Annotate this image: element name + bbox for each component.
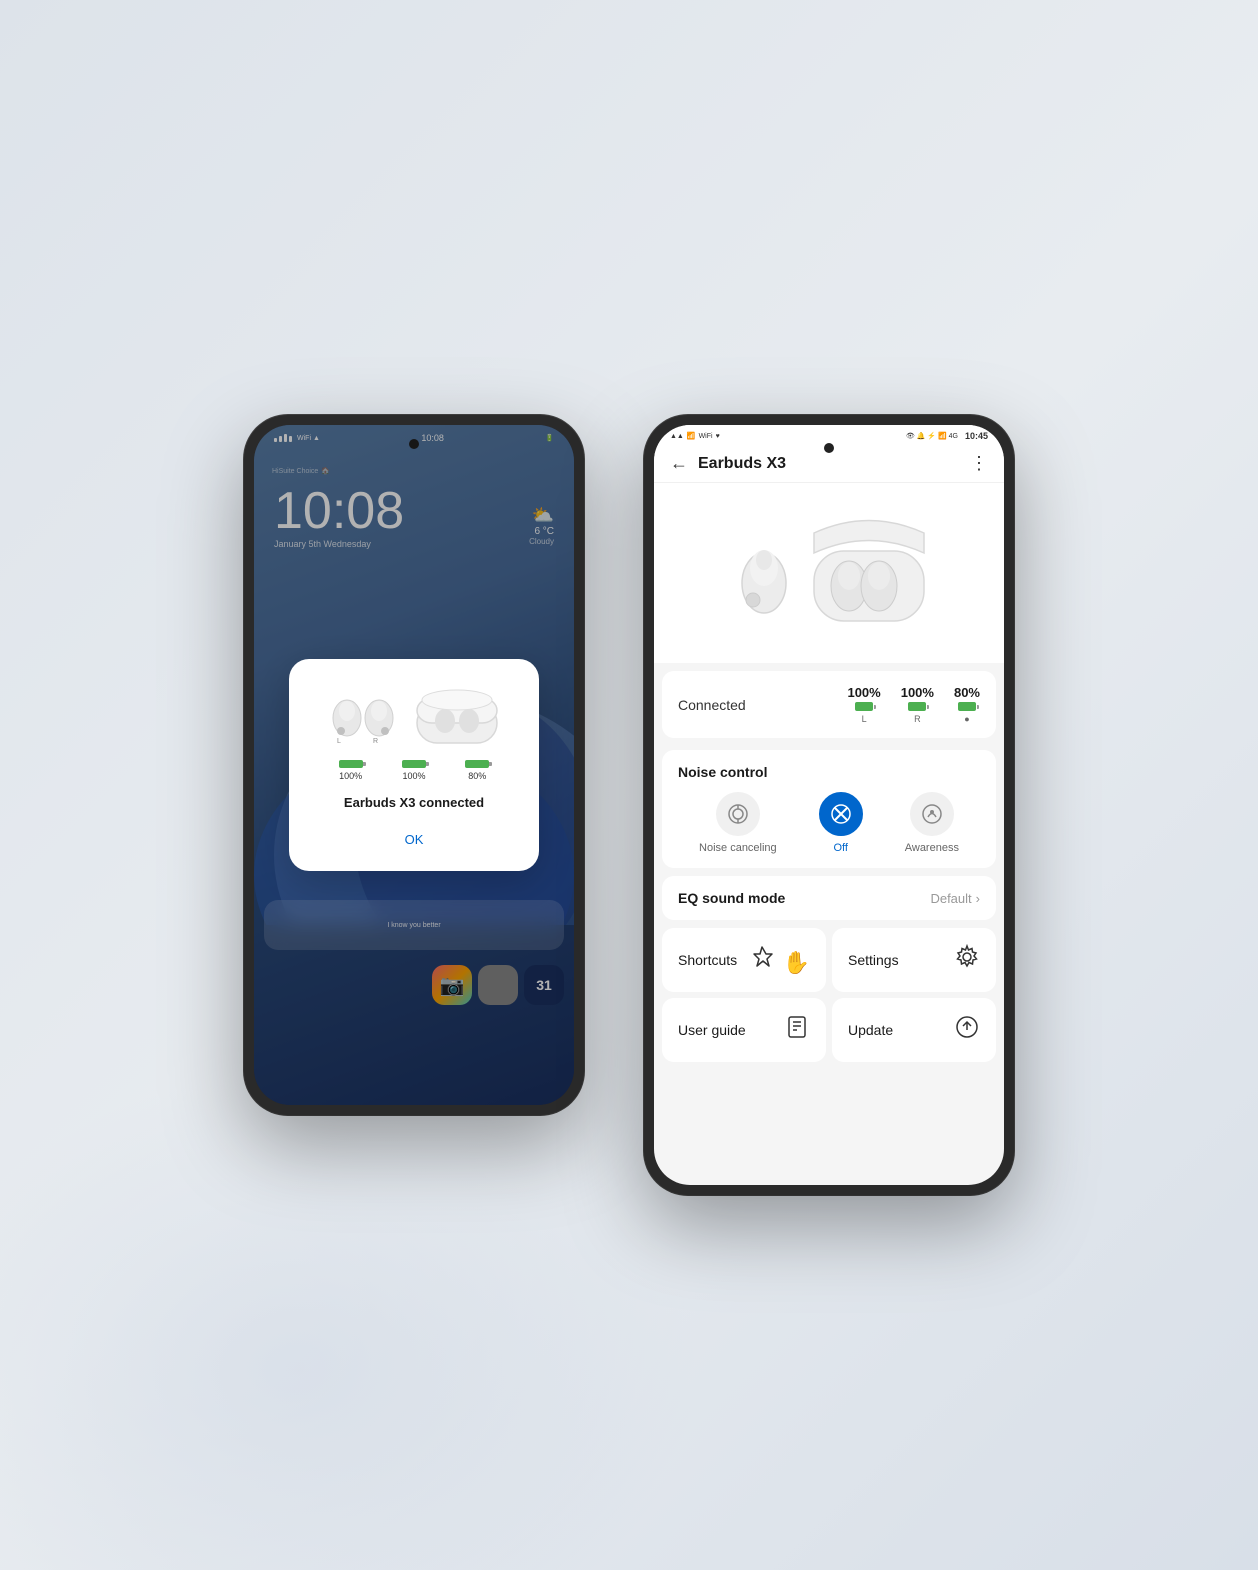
shortcuts-button[interactable]: Shortcuts ✋ [662, 928, 826, 992]
dialog-ok-button[interactable]: OK [309, 824, 519, 855]
svg-text:R: R [373, 738, 378, 745]
eq-chevron: › [976, 891, 980, 906]
connected-section: Connected 100% L 100% [662, 671, 996, 738]
phone-right: ▲▲ 📶 WiFi ♥ 👁 🔔 ⚡ 📶 4G 10:45 ← [644, 415, 1014, 1195]
user-guide-icon [784, 1014, 810, 1046]
noise-options: Noise canceling Off [678, 792, 980, 854]
update-button[interactable]: Update [832, 998, 996, 1062]
eq-label: EQ sound mode [678, 890, 785, 906]
phones-container: WiFi ▲ 10:08 🔋 HiSuite Choice 🏠 [244, 375, 1014, 1195]
noise-cancel-label: Noise canceling [699, 842, 777, 854]
bottom-grid: Shortcuts ✋ Settings [662, 928, 996, 1062]
eq-value: Default [930, 891, 971, 906]
noise-awareness-option[interactable]: Awareness [905, 792, 959, 854]
status-bar-right: ▲▲ 📶 WiFi ♥ 👁 🔔 ⚡ 📶 4G 10:45 [654, 425, 1004, 445]
earbuds-image [654, 483, 1004, 663]
eq-section[interactable]: EQ sound mode Default › [662, 876, 996, 920]
page-title: Earbuds X3 [698, 455, 786, 473]
noise-control-section: Noise control [662, 750, 996, 868]
noise-off-option[interactable]: Off [819, 792, 863, 854]
dialog-overlay: L R [254, 425, 574, 1105]
dialog-title: Earbuds X3 connected [309, 795, 519, 810]
back-button[interactable]: ← [670, 453, 688, 474]
settings-button[interactable]: Settings [832, 928, 996, 992]
connection-dialog: L R [289, 659, 539, 871]
noise-control-label: Noise control [678, 764, 980, 780]
battery-indicators-right: 100% L 100% R [847, 685, 980, 724]
user-guide-button[interactable]: User guide [662, 998, 826, 1062]
dialog-earbuds: L R [309, 683, 519, 748]
battery-indicators: 100% 100% 80% [309, 760, 519, 781]
noise-awareness-label: Awareness [905, 842, 959, 854]
noise-off-label: Off [833, 842, 847, 854]
connected-label: Connected [678, 697, 746, 713]
camera-right [824, 443, 834, 453]
noise-cancel-option[interactable]: Noise canceling [699, 792, 777, 854]
update-icon [954, 1014, 980, 1046]
svg-text:L: L [337, 738, 341, 745]
settings-icon [954, 944, 980, 976]
phone-left: WiFi ▲ 10:08 🔋 HiSuite Choice 🏠 [244, 415, 584, 1115]
shortcuts-icon: ✋ [750, 944, 810, 976]
more-menu-button[interactable]: ⋮ [970, 453, 988, 474]
